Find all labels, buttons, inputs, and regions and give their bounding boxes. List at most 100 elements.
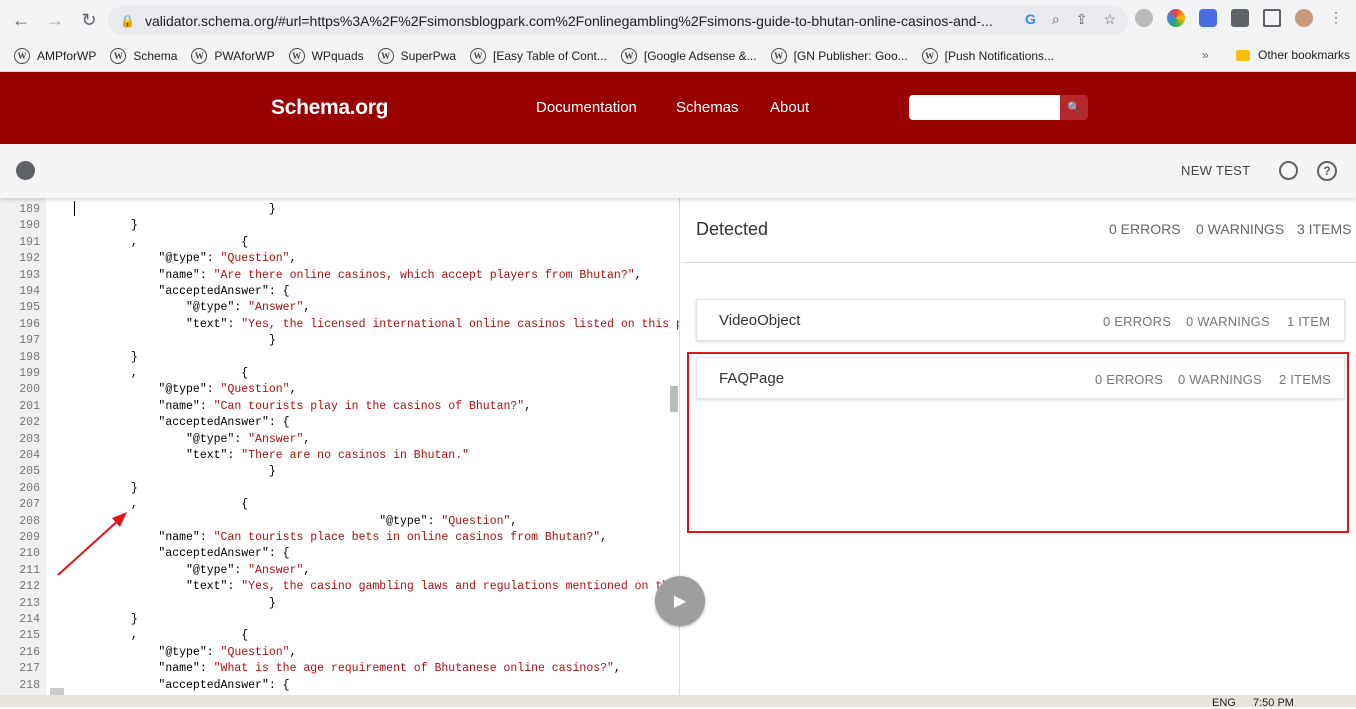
code-text: "@type": "Question", [158, 645, 297, 659]
code-text: "text": "There are no casinos in Bhutan.… [186, 449, 470, 462]
code-line: 216 "@type": "Question", [0, 645, 679, 661]
search-input[interactable] [909, 95, 1062, 120]
nav-schemas[interactable]: Schemas [676, 99, 739, 116]
extension-icon-3[interactable] [1199, 9, 1217, 27]
bookmark-item[interactable]: W [Push Notifications... [921, 47, 1054, 64]
avatar[interactable] [1295, 9, 1313, 27]
code-text: } [48, 481, 138, 495]
extension-icon-2[interactable] [1167, 9, 1185, 27]
card-items: 1 ITEM [1287, 314, 1331, 329]
extension-icon-1[interactable] [1135, 9, 1153, 27]
code-line: 189 } [0, 202, 679, 218]
wordpress-icon: W [288, 47, 305, 64]
line-number: 205 [19, 465, 40, 479]
line-number: 214 [19, 613, 40, 626]
bookmark-item[interactable]: W AMPforWP [14, 47, 96, 64]
line-number: 209 [19, 531, 40, 544]
code-line: 199 , { [0, 366, 679, 382]
taskbar [0, 695, 1356, 707]
code-text: "name": "What is the age requirement of … [158, 662, 621, 676]
code-text: } [48, 613, 138, 626]
site-header: Schema.org Documentation Schemas About 🔍 [0, 72, 1356, 144]
search-button[interactable]: 🔍 [1060, 95, 1088, 120]
code-text: } [48, 203, 276, 216]
help-icon[interactable]: ? [1317, 161, 1337, 181]
card-warnings: 0 WARNINGS [1186, 314, 1270, 329]
code-line: 217 "name": "What is the age requirement… [0, 661, 679, 677]
code-line: 208 "@type": "Question", [0, 514, 679, 530]
reload-icon[interactable]: ↻ [76, 7, 102, 33]
bookmark-item[interactable]: W [Google Adsense &... [620, 47, 757, 64]
bookmark-item[interactable]: W WPquads [288, 47, 364, 64]
scrollbar[interactable] [670, 386, 678, 412]
taskbar-clock: 7:50 PM [1253, 697, 1294, 709]
language-icon[interactable] [1279, 161, 1298, 180]
code-text: , { [48, 235, 249, 249]
code-editor[interactable]: 189 } 190 } 191 , {192 "@type": "Question"… [0, 198, 680, 695]
line-number: 213 [19, 596, 40, 610]
share-icon[interactable]: ⇪ [1076, 11, 1088, 28]
site-logo[interactable]: Schema.org [271, 96, 389, 120]
line-number: 200 [19, 383, 40, 397]
result-card-videoobject[interactable]: VideoObject 0 ERRORS 0 WARNINGS 1 ITEM [696, 299, 1345, 341]
code-line: 206 } [0, 481, 679, 497]
line-number: 211 [19, 563, 40, 577]
validator-toolbar: NEW TEST ? [0, 144, 1356, 198]
results-title: Detected [696, 219, 769, 239]
horizontal-scrollbar[interactable] [50, 688, 64, 695]
sidepanel-icon[interactable] [1263, 9, 1281, 27]
wordpress-icon: W [377, 47, 394, 64]
taskbar-language: ENG [1212, 697, 1236, 709]
code-text: "text": "Yes, the casino gambling laws a… [186, 580, 680, 594]
code-line: 190 } [0, 218, 679, 234]
code-text: "name": "Are there online casinos, which… [158, 268, 642, 282]
code-text: } [48, 596, 276, 610]
other-bookmarks[interactable]: Other bookmarks [1236, 48, 1350, 62]
menu-icon[interactable]: ⋮ [1327, 9, 1345, 27]
line-number: 212 [19, 580, 40, 594]
wordpress-icon: W [191, 47, 208, 64]
code-line: 212 "text": "Yes, the casino gambling la… [0, 579, 680, 595]
code-line: 210 "acceptedAnswer": { [0, 546, 679, 562]
card-errors: 0 ERRORS [1103, 314, 1172, 329]
divider [682, 262, 1356, 263]
code-line: 215 , { [0, 628, 679, 644]
puzzle-icon[interactable] [1231, 9, 1249, 27]
forward-icon[interactable]: → [42, 7, 68, 33]
nav-about[interactable]: About [770, 99, 809, 116]
star-icon[interactable]: ☆ [1103, 11, 1116, 28]
google-icon[interactable]: G [1025, 11, 1036, 28]
code-text: } [48, 334, 276, 348]
code-line: 192 "@type": "Question", [0, 251, 679, 267]
bookmarks-bar: W AMPforWP W Schema W PWAforWP W WPquads W Su… [0, 40, 1356, 72]
zoom-icon[interactable]: ⌕ [1052, 11, 1060, 28]
code-text: "text": "Yes, the licensed international… [186, 317, 680, 331]
bookmark-item[interactable]: W [GN Publisher: Goo... [770, 47, 908, 64]
bookmark-item[interactable]: W [Easy Table of Cont... [470, 47, 607, 64]
card-title: VideoObject [719, 312, 801, 329]
lock-icon: 🔒 [120, 13, 135, 28]
line-number: 194 [19, 285, 40, 298]
address-bar[interactable]: 🔒 validator.schema.org/#url=https%3A%2F%… [108, 6, 1128, 35]
new-test-button[interactable]: NEW TEST [1181, 163, 1250, 178]
browser-toolbar: ← → ↻ 🔒 validator.schema.org/#url=https%… [0, 0, 1356, 40]
url-text[interactable]: validator.schema.org/#url=https%3A%2F%2F… [145, 13, 995, 29]
globe-icon[interactable] [16, 161, 35, 180]
bookmark-item[interactable]: W PWAforWP [191, 47, 275, 64]
bookmark-item[interactable]: W Schema [110, 47, 177, 64]
total-warnings: 0 WARNINGS [1196, 221, 1285, 237]
nav-documentation[interactable]: Documentation [536, 99, 637, 116]
code-line: 195 "@type": "Answer", [0, 300, 679, 316]
code-line: 209 "name": "Can tourists place bets in … [0, 530, 679, 546]
code-line: 205 } [0, 464, 679, 480]
play-button[interactable]: ▶ [655, 576, 705, 626]
more-bookmarks-button[interactable]: » [1202, 48, 1209, 62]
back-icon[interactable]: ← [8, 7, 34, 33]
code-text: , { [48, 498, 249, 512]
line-number: 216 [19, 645, 40, 659]
line-number: 193 [19, 268, 40, 282]
bookmark-item[interactable]: W SuperPwa [377, 47, 456, 64]
code-text: "acceptedAnswer": { [158, 678, 290, 692]
code-text: "name": "Can tourists play in the casino… [158, 399, 532, 413]
line-number: 206 [19, 481, 40, 495]
